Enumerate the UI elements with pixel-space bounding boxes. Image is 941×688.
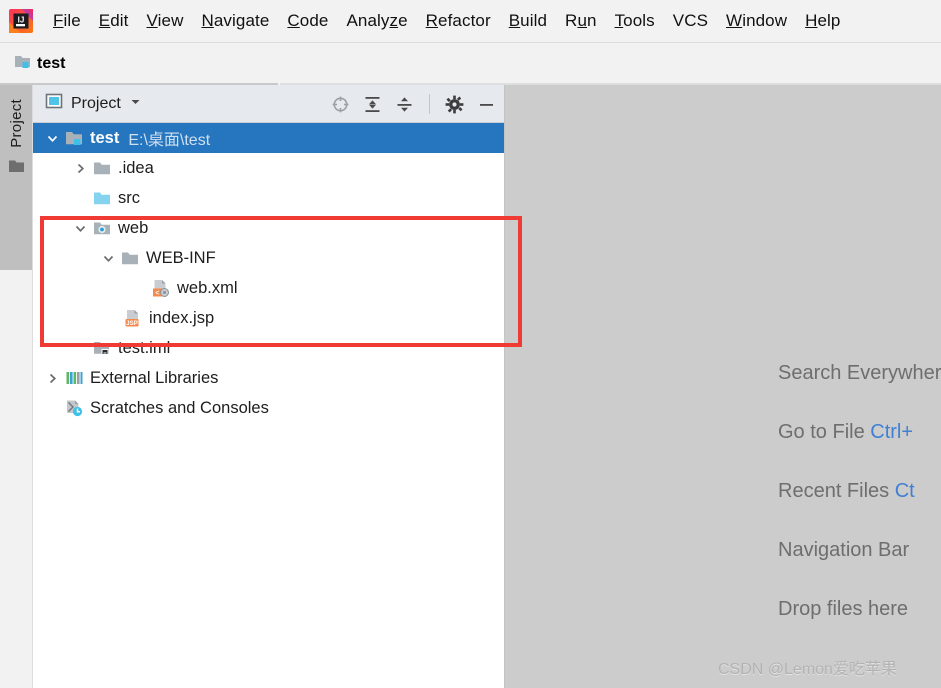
twisty-collapsed-icon[interactable] <box>41 372 63 385</box>
project-root-icon <box>63 129 85 147</box>
tree-row-web-xml[interactable]: < web.xml <box>33 273 504 303</box>
tree-row-web-inf[interactable]: WEB-INF <box>33 243 504 273</box>
folder-icon <box>8 158 25 179</box>
tool-stripe-label: Project <box>7 99 25 148</box>
jsp-file-icon: JSP <box>122 309 144 328</box>
navigation-bar: test <box>0 43 941 85</box>
menu-window[interactable]: Window <box>717 9 796 33</box>
tool-stripe-button-project[interactable]: Project <box>0 85 32 270</box>
tree-row-src[interactable]: src <box>33 183 504 213</box>
twisty-expanded-icon[interactable] <box>69 222 91 235</box>
hint-recent-files: Recent Files Ct <box>778 480 915 502</box>
expand-all-icon[interactable] <box>363 95 382 114</box>
intellij-idea-window: IJ File Edit View Navigate Code Analyze … <box>0 0 941 688</box>
tree-row-scratches-and-consoles[interactable]: Scratches and Consoles <box>33 393 504 423</box>
twisty-collapsed-icon[interactable] <box>69 162 91 175</box>
tree-label: External Libraries <box>90 368 219 387</box>
chevron-down-icon[interactable] <box>129 95 142 113</box>
breadcrumb-test[interactable]: test <box>14 53 65 75</box>
tool-window-title-group[interactable]: Project <box>45 92 142 115</box>
project-tool-window: Project test E:\桌面\test .idea src web WE… <box>33 85 505 688</box>
menu-edit[interactable]: Edit <box>90 9 138 33</box>
menu-vcs[interactable]: VCS <box>664 9 717 33</box>
left-tool-stripe: Project <box>0 85 33 688</box>
tool-window-header: Project <box>33 85 504 123</box>
twisty-expanded-icon[interactable] <box>97 252 119 265</box>
select-opened-file-icon[interactable] <box>331 95 350 114</box>
menu-file[interactable]: File <box>44 9 90 33</box>
menu-run[interactable]: Run <box>556 9 606 33</box>
tree-path-label: E:\桌面\test <box>128 132 211 149</box>
tree-label: WEB-INF <box>146 248 216 267</box>
project-view-icon <box>45 92 63 115</box>
tree-row-index-jsp[interactable]: JSP index.jsp <box>33 303 504 333</box>
project-tree[interactable]: test E:\桌面\test .idea src web WEB-INF < … <box>33 123 504 687</box>
project-folder-icon <box>14 53 31 75</box>
svg-text:JSP: JSP <box>126 320 138 327</box>
folder-grey-icon <box>119 249 141 267</box>
hide-minimize-icon[interactable] <box>477 95 496 114</box>
tree-row-external-libraries[interactable]: External Libraries <box>33 363 504 393</box>
xml-file-icon: < <box>150 279 172 298</box>
scratches-icon <box>63 399 85 417</box>
menu-help[interactable]: Help <box>796 9 849 33</box>
tree-label: test.iml <box>118 338 171 357</box>
hint-navigation-bar: Navigation Bar <box>778 539 910 561</box>
folder-grey-icon <box>91 159 113 177</box>
tree-label: src <box>118 188 140 207</box>
menu-refactor[interactable]: Refactor <box>417 9 500 33</box>
tool-window-actions <box>331 85 496 123</box>
hint-go-to-file: Go to File Ctrl+ <box>778 421 914 443</box>
menu-code[interactable]: Code <box>278 9 337 33</box>
svg-text:<: < <box>155 290 159 297</box>
tree-row-idea[interactable]: .idea <box>33 153 504 183</box>
tree-label: .idea <box>118 158 154 177</box>
tree-label: test <box>90 128 120 147</box>
editor-hint-list: Search Everywhere Go to File Ctrl+ Recen… <box>778 363 941 658</box>
iml-module-file-icon <box>91 339 113 357</box>
hint-search-everywhere: Search Everywhere <box>778 362 941 384</box>
menu-analyze[interactable]: Analyze <box>337 9 416 33</box>
libraries-icon <box>63 369 85 387</box>
tree-label: web <box>118 218 149 237</box>
intellij-idea-logo-icon: IJ <box>8 8 34 34</box>
svg-text:IJ: IJ <box>18 16 25 25</box>
tree-row-test-iml[interactable]: test.iml <box>33 333 504 363</box>
menu-navigate[interactable]: Navigate <box>192 9 278 33</box>
tree-row-test-root[interactable]: test E:\桌面\test <box>33 123 504 153</box>
main-menu-bar: IJ File Edit View Navigate Code Analyze … <box>0 0 941 43</box>
tree-label: Scratches and Consoles <box>90 398 269 417</box>
tree-label: index.jsp <box>149 308 215 327</box>
folder-web-root-icon <box>91 219 113 237</box>
tool-window-title: Project <box>71 94 121 112</box>
folder-source-icon <box>91 189 113 207</box>
csdn-watermark: CSDN @Lemon爱吃苹果 <box>718 661 897 678</box>
editor-empty-area: Search Everywhere Go to File Ctrl+ Recen… <box>505 85 941 688</box>
menu-build[interactable]: Build <box>500 9 556 33</box>
menu-view[interactable]: View <box>138 9 193 33</box>
tree-label: web.xml <box>177 278 238 297</box>
hint-drop-files-here: Drop files here <box>778 598 909 620</box>
twisty-expanded-icon[interactable] <box>41 132 63 145</box>
tree-row-web[interactable]: web <box>33 213 504 243</box>
settings-gear-icon[interactable] <box>445 95 464 114</box>
toolbar-divider <box>429 94 430 114</box>
collapse-all-icon[interactable] <box>395 95 414 114</box>
menu-tools[interactable]: Tools <box>606 9 664 33</box>
breadcrumb-label: test <box>37 55 66 72</box>
